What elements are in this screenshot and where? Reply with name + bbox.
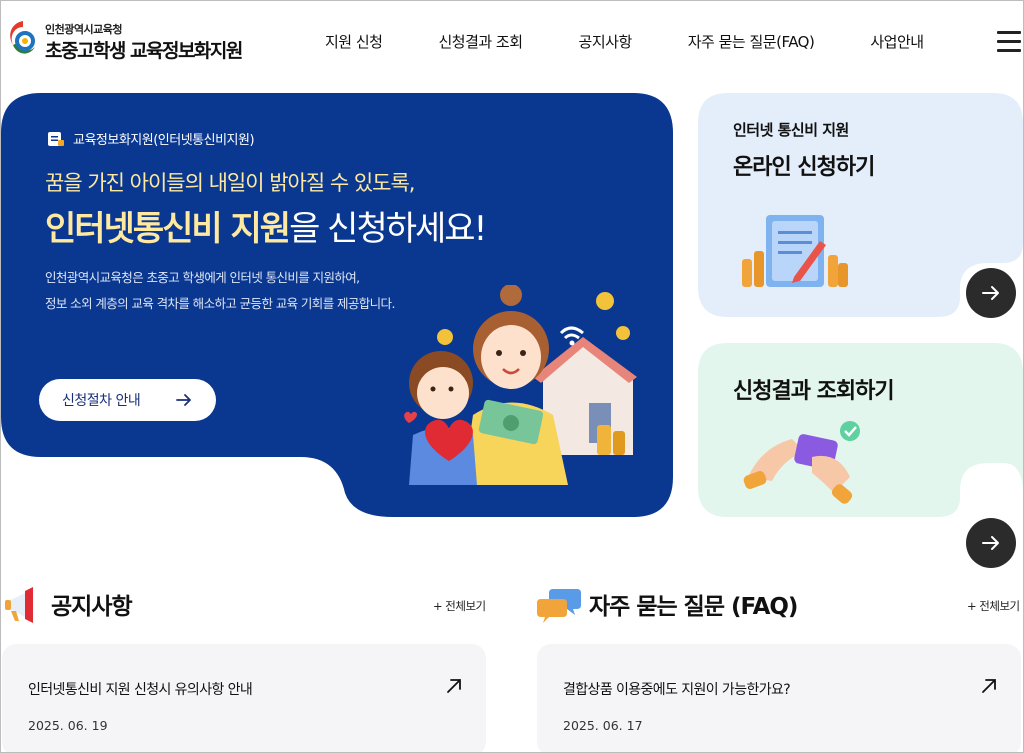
nav-faq[interactable]: 자주 묻는 질문(FAQ) xyxy=(688,31,815,52)
hero-title-bold: 인터넷통신비 지원 xyxy=(45,209,291,249)
hero-title-rest: 을 신청하세요! xyxy=(289,209,487,249)
notice-post-date: 2025. 06. 19 xyxy=(28,718,108,733)
document-icon xyxy=(48,131,64,146)
chat-bubble-icon xyxy=(537,589,581,623)
nav-about[interactable]: 사업안내 xyxy=(870,31,924,52)
hero-desc-line2: 정보 소외 계층의 교육 격차를 해소하고 균등한 교육 기회를 제공합니다. xyxy=(45,296,395,311)
org-name-small: 인천광역시교육청 xyxy=(45,23,122,36)
faq-section-header: 자주 묻는 질문 (FAQ) + 전체보기 xyxy=(535,583,1023,623)
main-nav: 지원 신청 신청결과 조회 공지사항 자주 묻는 질문(FAQ) 사업안내 xyxy=(325,31,980,52)
page-frame: 인천광역시교육청 초중고학생 교육정보화지원 지원 신청 신청결과 조회 공지사… xyxy=(0,0,1024,753)
card-apply-subtitle: 인터넷 통신비 지원 xyxy=(733,121,849,139)
hero-title: 인터넷통신비 지원을 신청하세요! xyxy=(45,201,487,250)
nav-result[interactable]: 신청결과 조회 xyxy=(438,31,523,52)
application-form-icon xyxy=(742,215,848,287)
result-check-card[interactable]: 신청결과 조회하기 xyxy=(698,343,1023,568)
hero-banner: 교육정보화지원(인터넷통신비지원) 꿈을 가진 아이들의 내일이 밝아질 수 있… xyxy=(1,93,673,517)
hero-subtitle: 꿈을 가진 아이들의 내일이 밝아질 수 있도록, xyxy=(45,171,415,195)
faq-post-date: 2025. 06. 17 xyxy=(563,718,643,733)
notice-list-item[interactable]: 인터넷통신비 지원 신청시 유의사항 안내 2025. 06. 19 xyxy=(2,644,486,752)
notice-section-title: 공지사항 xyxy=(51,594,133,620)
arrow-right-icon xyxy=(982,536,999,550)
arrow-up-right-icon xyxy=(982,679,996,693)
hero-category-label: 교육정보화지원(인터넷통신비지원) xyxy=(47,129,255,148)
hero-label-text: 교육정보화지원(인터넷통신비지원) xyxy=(73,133,255,148)
site-title[interactable]: 초중고학생 교육정보화지원 xyxy=(45,36,243,63)
phone-hand-icon xyxy=(743,421,860,504)
go-result-button[interactable] xyxy=(966,518,1016,568)
mother-child-illustration xyxy=(404,285,637,485)
hero-description: 인천광역시교육청은 초중고 학생에게 인터넷 통신비를 지원하여, 정보 소외 … xyxy=(45,265,395,317)
faq-post-title[interactable]: 결합상품 이용중에도 지원이 가능한가요? xyxy=(563,679,791,699)
nav-apply[interactable]: 지원 신청 xyxy=(325,31,383,52)
megaphone-icon xyxy=(5,587,33,623)
faq-view-all-link[interactable]: + 전체보기 xyxy=(967,598,1020,614)
faq-section-title: 자주 묻는 질문 (FAQ) xyxy=(589,594,798,620)
arrow-right-icon xyxy=(176,394,191,406)
arrow-up-right-icon xyxy=(447,679,461,693)
nav-notice[interactable]: 공지사항 xyxy=(579,31,633,52)
notice-post-title[interactable]: 인터넷통신비 지원 신청시 유의사항 안내 xyxy=(28,679,253,699)
education-office-logo[interactable] xyxy=(3,17,43,65)
faq-list-item[interactable]: 결합상품 이용중에도 지원이 가능한가요? 2025. 06. 17 xyxy=(537,644,1021,752)
notice-view-all-link[interactable]: + 전체보기 xyxy=(433,598,486,614)
card-apply-title: 온라인 신청하기 xyxy=(733,155,875,180)
procedure-guide-label: 신청절차 안내 xyxy=(62,393,141,409)
go-apply-button[interactable] xyxy=(966,268,1016,318)
card-result-title: 신청결과 조회하기 xyxy=(733,379,895,404)
arrow-right-icon xyxy=(982,286,999,300)
procedure-guide-button[interactable]: 신청절차 안내 xyxy=(39,379,216,421)
site-header: 인천광역시교육청 초중고학생 교육정보화지원 지원 신청 신청결과 조회 공지사… xyxy=(1,1,1023,81)
notice-section-header: 공지사항 + 전체보기 xyxy=(1,583,491,623)
online-apply-card[interactable]: 인터넷 통신비 지원 온라인 신청하기 xyxy=(698,93,1023,318)
hero-desc-line1: 인천광역시교육청은 초중고 학생에게 인터넷 통신비를 지원하여, xyxy=(45,270,360,285)
hamburger-menu-icon[interactable] xyxy=(997,31,1021,53)
